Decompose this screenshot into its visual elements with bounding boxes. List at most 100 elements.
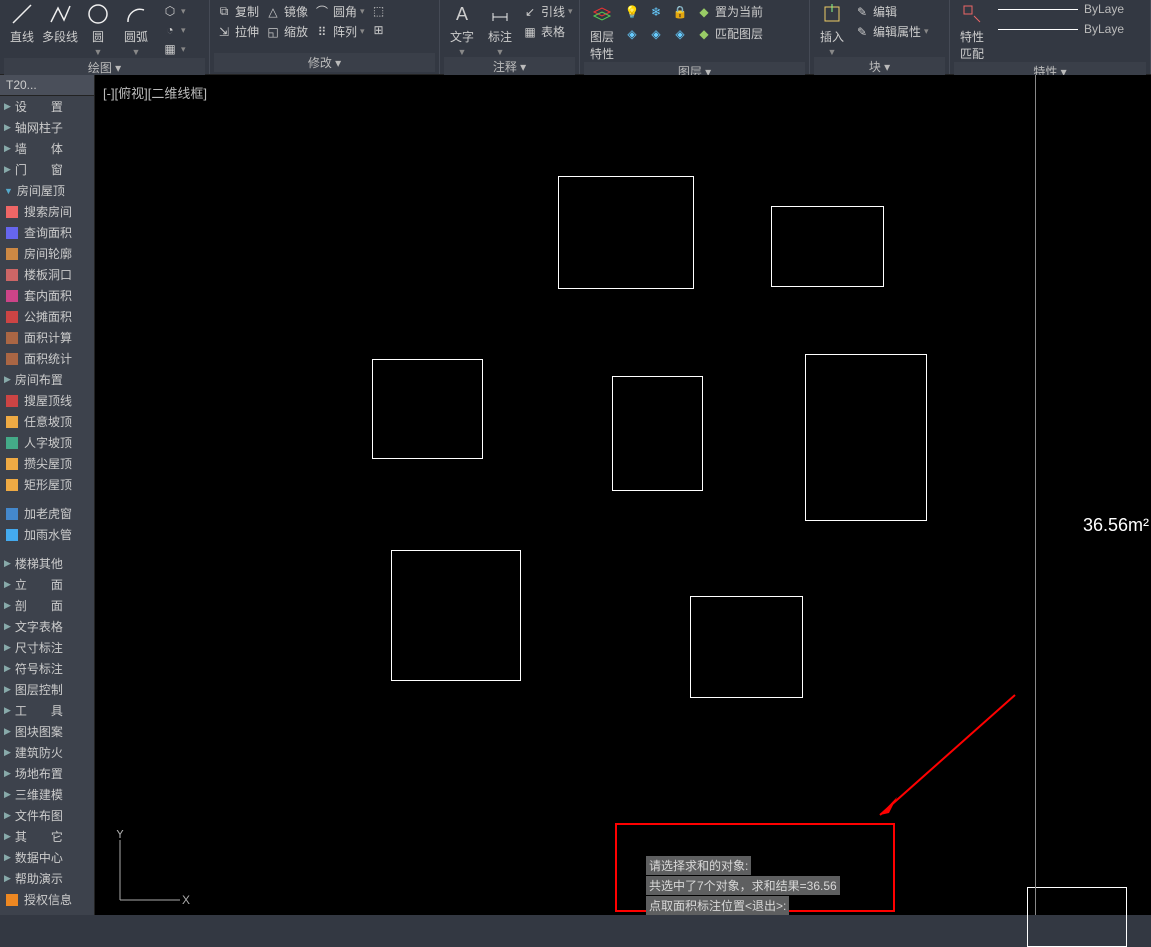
palette-item-31[interactable]: ▶图块图案 xyxy=(0,721,94,742)
layer-toggle-1[interactable]: 💡 xyxy=(622,2,642,21)
stretch-button[interactable]: ⇲拉伸 xyxy=(214,22,261,41)
draw-small-1[interactable]: ⬡▾ xyxy=(160,2,188,20)
layer-toggle-2[interactable]: ❄ xyxy=(646,2,666,21)
palette-item-39[interactable]: 授权信息 xyxy=(0,889,94,910)
array-icon: ⠿ xyxy=(314,24,330,40)
tri-right-icon: ▶ xyxy=(4,558,11,569)
copy-button[interactable]: ⧉复制 xyxy=(214,2,261,21)
prop-match-button[interactable]: 特性 匹配 xyxy=(954,2,990,62)
palette-item-15[interactable]: 任意坡顶 xyxy=(0,411,94,432)
viewport-label[interactable]: [-][俯视][二维线框] xyxy=(103,83,207,102)
palette-item-1[interactable]: ▶轴网柱子 xyxy=(0,117,94,138)
chevron-down-icon: ▼ xyxy=(94,47,103,57)
palette-item-2[interactable]: ▶墙 体 xyxy=(0,138,94,159)
lightbulb-icon: 💡 xyxy=(624,4,640,20)
palette-item-27[interactable]: ▶尺寸标注 xyxy=(0,637,94,658)
palette-item-29[interactable]: ▶图层控制 xyxy=(0,679,94,700)
arc-button[interactable]: 圆弧 ▼ xyxy=(118,2,154,57)
tool-icon xyxy=(4,267,20,283)
text-button[interactable]: A 文字▼ xyxy=(444,2,480,57)
rect-1[interactable] xyxy=(558,176,694,289)
polyline-button[interactable]: 多段线 xyxy=(42,2,78,45)
palette-item-37[interactable]: ▶数据中心 xyxy=(0,847,94,868)
rect-3[interactable] xyxy=(372,359,483,459)
palette-item-25[interactable]: ▶剖 面 xyxy=(0,595,94,616)
ribbon-group-properties: 特性 匹配 ByLaye ByLaye 特性 ▾ xyxy=(950,0,1151,74)
bylayer-row-2[interactable]: ByLaye xyxy=(998,22,1124,36)
palette-item-6[interactable]: 查询面积 xyxy=(0,222,94,243)
bylayer-row-1[interactable]: ByLaye xyxy=(998,2,1124,16)
line-button[interactable]: 直线 xyxy=(4,2,40,45)
layer-toggle-4[interactable]: ◈ xyxy=(622,24,642,43)
palette-item-7[interactable]: 房间轮廓 xyxy=(0,243,94,264)
palette-item-3[interactable]: ▶门 窗 xyxy=(0,159,94,180)
insert-button[interactable]: 插入▼ xyxy=(814,2,850,57)
palette-item-18[interactable]: 矩形屋顶 xyxy=(0,474,94,495)
rect-4[interactable] xyxy=(612,376,703,491)
palette-item-17[interactable]: 攒尖屋顶 xyxy=(0,453,94,474)
edit-attr-button[interactable]: ✎编辑属性▾ xyxy=(852,22,931,41)
rect-8[interactable] xyxy=(1027,887,1127,947)
match-layer-button[interactable]: ◆匹配图层 xyxy=(694,24,765,43)
palette-item-16[interactable]: 人字坡顶 xyxy=(0,432,94,453)
palette-item-24[interactable]: ▶立 面 xyxy=(0,574,94,595)
label: 圆弧 xyxy=(124,28,148,45)
scale-button[interactable]: ◱缩放 xyxy=(263,22,310,41)
command-panel[interactable]: 请选择求和的对象: 共选中了7个对象，求和结果=36.56 点取面积标注位置<退… xyxy=(646,855,840,915)
rect-5[interactable] xyxy=(805,354,927,521)
rect-6[interactable] xyxy=(391,550,521,681)
palette-item-4[interactable]: ▼房间屋顶 xyxy=(0,180,94,201)
palette-item-21[interactable]: 加雨水管 xyxy=(0,524,94,545)
circle-button[interactable]: 圆 ▼ xyxy=(80,2,116,57)
set-current-button[interactable]: ◆置为当前 xyxy=(694,2,765,21)
edit-button[interactable]: ✎编辑 xyxy=(852,2,931,21)
mirror-button[interactable]: △镜像 xyxy=(263,2,310,21)
palette-item-10[interactable]: 公摊面积 xyxy=(0,306,94,327)
layer-props-button[interactable]: 图层 特性 xyxy=(584,2,620,62)
layer-toggle-6[interactable]: ◈ xyxy=(670,24,690,43)
tool-icon xyxy=(4,246,20,262)
palette-item-label: 场地布置 xyxy=(15,765,63,782)
palette-item-label: 公摊面积 xyxy=(24,308,72,325)
palette-item-32[interactable]: ▶建筑防火 xyxy=(0,742,94,763)
palette-item-38[interactable]: ▶帮助演示 xyxy=(0,868,94,889)
palette-item-26[interactable]: ▶文字表格 xyxy=(0,616,94,637)
palette-item-35[interactable]: ▶文件布图 xyxy=(0,805,94,826)
layer-toggle-5[interactable]: ◈ xyxy=(646,24,666,43)
dimension-button[interactable]: 标注▼ xyxy=(482,2,518,57)
leader-button[interactable]: ↙引线▾ xyxy=(520,2,575,21)
palette-item-23[interactable]: ▶楼梯其他 xyxy=(0,553,94,574)
palette-item-label: 三维建模 xyxy=(15,786,63,803)
table-button[interactable]: ▦表格 xyxy=(520,22,575,41)
palette-item-34[interactable]: ▶三维建模 xyxy=(0,784,94,805)
tool-icon xyxy=(4,330,20,346)
drawing-viewport[interactable]: [-][俯视][二维线框] 36.56m² X Y 请选择求和的对象: xyxy=(95,75,1151,915)
palette-item-5[interactable]: 搜索房间 xyxy=(0,201,94,222)
rect-7[interactable] xyxy=(690,596,803,698)
fillet-button[interactable]: ⌒圆角▾ xyxy=(312,2,367,21)
rect-2[interactable] xyxy=(771,206,884,287)
palette-item-36[interactable]: ▶其 它 xyxy=(0,826,94,847)
palette-item-28[interactable]: ▶符号标注 xyxy=(0,658,94,679)
draw-small-3[interactable]: ▦▾ xyxy=(160,40,188,58)
freeze-icon: ❄ xyxy=(648,4,664,20)
palette-item-11[interactable]: 面积计算 xyxy=(0,327,94,348)
palette-item-30[interactable]: ▶工 具 xyxy=(0,700,94,721)
palette-item-0[interactable]: ▶设 置 xyxy=(0,96,94,117)
modify-small-2[interactable]: ⊞ xyxy=(369,21,389,39)
palette-tab[interactable]: T20... xyxy=(0,75,94,96)
palette-item-33[interactable]: ▶场地布置 xyxy=(0,763,94,784)
palette-item-13[interactable]: ▶房间布置 xyxy=(0,369,94,390)
palette-item-8[interactable]: 楼板洞口 xyxy=(0,264,94,285)
tool-icon xyxy=(4,435,20,451)
palette-item-14[interactable]: 搜屋顶线 xyxy=(0,390,94,411)
modify-small-1[interactable]: ⬚ xyxy=(369,2,389,20)
layer-toggle-3[interactable]: 🔒 xyxy=(670,2,690,21)
palette-item-12[interactable]: 面积统计 xyxy=(0,348,94,369)
palette-item-label: 文件布图 xyxy=(15,807,63,824)
polyline-icon xyxy=(48,2,72,26)
draw-small-2[interactable]: ◔▾ xyxy=(160,21,188,39)
palette-item-20[interactable]: 加老虎窗 xyxy=(0,503,94,524)
array-button[interactable]: ⠿阵列▾ xyxy=(312,22,367,41)
palette-item-9[interactable]: 套内面积 xyxy=(0,285,94,306)
